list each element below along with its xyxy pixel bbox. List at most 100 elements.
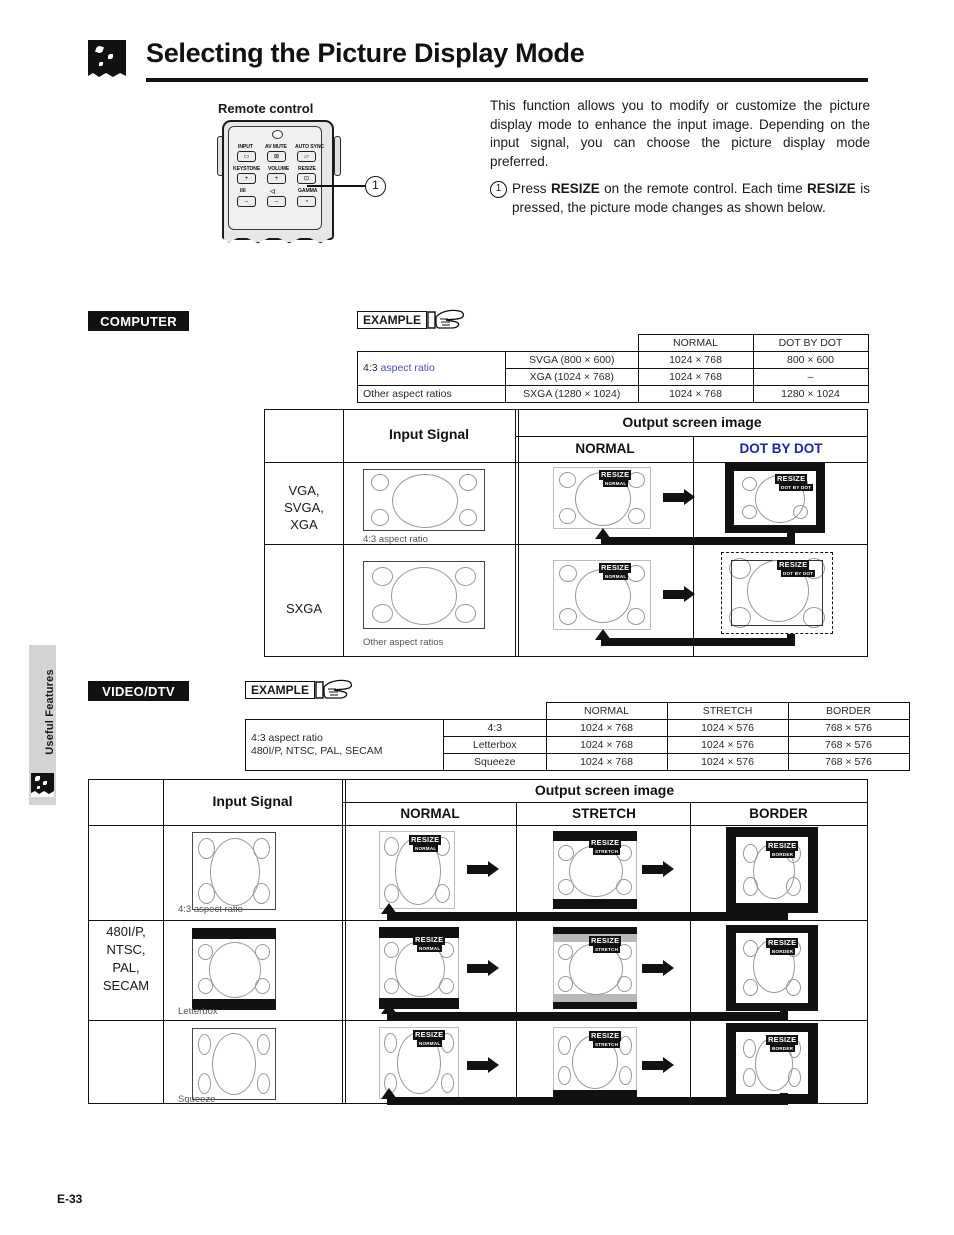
spec-group-label-1: 4:3 aspect ratio [363,362,435,374]
input-screen-4-3 [363,469,485,531]
output-screen-dot-by-dot-1: RESIZE DOT BY DOT [725,463,825,533]
remote-label-resize: RESIZE [298,166,316,172]
resize-badge-dot-by-dot-1: RESIZE DOT BY DOT [775,474,814,491]
resize-badge-mode: DOT BY DOT [779,484,814,491]
spec-normal-sxga: 1024 × 768 [637,385,754,403]
resize-badge-text: RESIZE [775,474,808,484]
resize-badge-text: RESIZE [589,838,622,848]
resize-badge-squeeze-stretch: RESIZE STRETCH [589,1031,622,1048]
output-screen-normal-1: RESIZE NORMAL [553,467,651,529]
spec-signal-xga: XGA (1024 × 768) [505,368,639,386]
resize-badge-43-normal: RESIZE NORMAL [409,835,442,852]
output-screen-normal-2: RESIZE NORMAL [553,560,651,630]
sidebar-tab-useful-features: Useful Features [29,645,56,805]
step-1: 1 Press RESIZE on the remote control. Ea… [490,180,870,217]
spec-stretch-letterbox: 1024 × 576 [666,736,789,754]
remote-button-keystone-plus[interactable]: + [237,173,256,184]
step-text-a: Press [512,181,551,196]
diagram-header-input-signal-v: Input Signal [212,793,293,809]
spec-col-border-v: BORDER [787,702,910,720]
spec-stretch-43: 1024 × 576 [666,719,789,737]
remote-button-input[interactable]: ▭ [237,151,256,162]
spec-col-stretch-v: STRETCH [666,702,789,720]
spec-col-normal-v: NORMAL [545,702,668,720]
sparkle-icon [88,40,126,80]
spec-dbd-sxga: 1280 × 1024 [752,385,869,403]
spec-signal-43: 4:3 [443,719,547,737]
resize-badge-normal-1: RESIZE NORMAL [599,470,632,487]
diagram-row-label-sxga: SXGA [285,601,323,616]
remote-bottom-wave [222,230,334,244]
spec-stretch-squeeze: 1024 × 576 [666,753,789,771]
remote-button-auto-sync[interactable]: ▱ [297,151,316,162]
resize-badge-text: RESIZE [766,1035,799,1045]
remote-button-av-mute[interactable]: ⊠ [267,151,286,162]
step-key-resize-2: RESIZE [807,181,856,196]
diagram-row-label-vga: VGA, SVGA, XGA [284,483,324,532]
remote-label-auto-sync: AUTO SYNC [295,144,325,150]
spec-header-row-video: NORMAL STRETCH BORDER [246,702,910,720]
resize-badge-letterbox-border: RESIZE BORDER [766,938,799,955]
diagram-computer: Input Signal Output screen image NORMAL … [264,409,868,657]
output-screen-dot-by-dot-2: RESIZE DOT BY DOT [721,552,833,634]
loop-arrow-video-row-2 [381,1003,788,1020]
diagram-video-dtv: Input Signal Output screen image NORMAL … [88,779,868,1105]
spec-border-squeeze: 768 × 576 [787,753,910,771]
resize-badge-mode: NORMAL [603,480,629,487]
input-caption-43: 4:3 aspect ratio [178,904,243,915]
spec-group-4-3: 4:3 aspect ratio [357,351,506,386]
remote-button-keystone-minus[interactable]: – [237,196,256,207]
spec-row-43: 4:3 aspect ratio 480I/P, NTSC, PAL, SECA… [245,719,910,771]
remote-button-volume-plus[interactable]: + [267,173,286,184]
input-screen-letterbox [192,928,276,1010]
remote-label-keystone: KEYSTONE [233,166,261,172]
loop-arrow-row-2 [595,629,795,646]
spec-table-video: NORMAL STRETCH BORDER 4:3 aspect ratio 4… [245,702,910,771]
spec-normal-43: 1024 × 768 [545,719,668,737]
spec-group-line-2: 480I/P, NTSC, PAL, SECAM [251,745,383,757]
output-screen-43-stretch: RESIZE STRETCH [553,831,637,909]
resize-badge-letterbox-normal: RESIZE NORMAL [413,935,446,952]
diagram-header-dot-by-dot: DOT BY DOT [739,441,823,456]
output-screen-43-normal: RESIZE NORMAL [379,831,455,909]
remote-glyph-volume: ◁ [270,189,275,195]
remote-control-caption: Remote control [218,101,314,116]
pointing-hand-icon [426,309,465,329]
resize-badge-letterbox-stretch: RESIZE STRETCH [589,936,622,953]
example-marker-computer: EXAMPLE [357,309,465,329]
input-caption-4-3: 4:3 aspect ratio [363,534,428,545]
resize-badge-text: RESIZE [413,1030,446,1040]
resize-badge-normal-2: RESIZE NORMAL [599,563,632,580]
spec-dbd-svga: 800 × 600 [752,351,869,369]
remote-ir-led [272,130,283,139]
remote-button-volume-minus[interactable]: – [267,196,286,207]
spec-dbd-xga: – [752,368,869,386]
spec-normal-letterbox: 1024 × 768 [545,736,668,754]
callout-marker-1: 1 [365,176,386,197]
spec-table-computer: NORMAL DOT BY DOT 4:3 aspect ratio SVGA … [357,334,869,403]
remote-button-resize[interactable]: ⊡ [297,173,316,184]
resize-badge-squeeze-normal: RESIZE NORMAL [413,1030,446,1047]
remote-button-gamma[interactable]: ◔ [297,196,316,207]
manual-page: Selecting the Picture Display Mode Usefu… [0,0,954,1235]
example-marker-video: EXAMPLE [245,679,353,699]
resize-badge-text: RESIZE [589,936,622,946]
section-chip-video-dtv: VIDEO/DTV [88,681,189,701]
pointing-hand-icon [314,679,353,699]
diagram-header-input-signal: Input Signal [388,426,470,442]
spec-group-other: Other aspect ratios [357,385,506,403]
step-key-resize-1: RESIZE [550,181,600,196]
output-screen-letterbox-border: RESIZE BORDER [726,925,818,1011]
resize-badge-text: RESIZE [589,1031,622,1041]
output-screen-letterbox-normal: RESIZE NORMAL [379,927,459,1009]
input-caption-squeeze: Squeeze [178,1094,216,1105]
title-rule [146,78,868,82]
remote-label-av-mute: AV MUTE [265,144,287,150]
diagram-header-output: Output screen image [622,414,762,430]
loop-arrow-row-1 [595,528,795,545]
spec-border-43: 768 × 576 [787,719,910,737]
example-label-computer: EXAMPLE [357,311,428,329]
loop-arrow-video-row-3 [381,1088,788,1105]
spec-signal-svga: SVGA (800 × 600) [505,351,639,369]
spec-signal-sxga: SXGA (1280 × 1024) [505,385,639,403]
